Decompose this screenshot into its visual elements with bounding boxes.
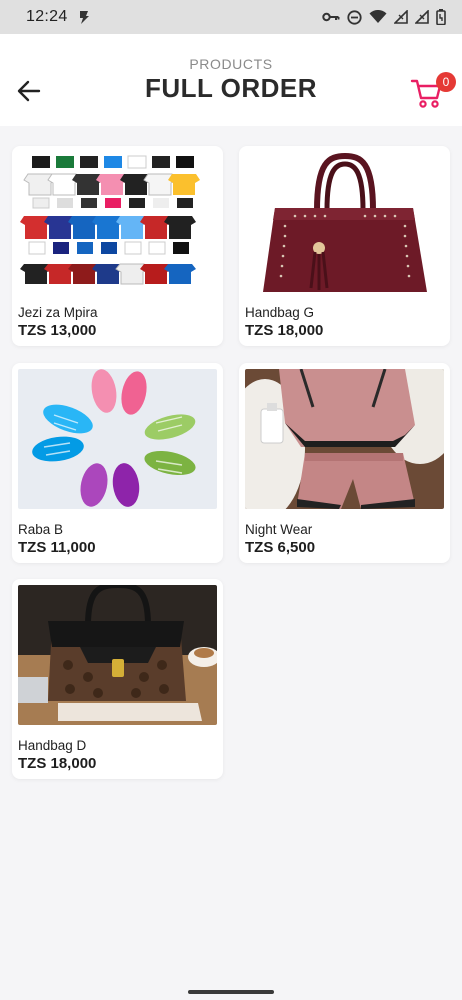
status-icons <box>322 9 446 25</box>
product-name: Raba B <box>18 522 64 537</box>
battery-icon <box>436 9 446 25</box>
product-name: Handbag D <box>18 738 87 753</box>
product-card[interactable]: Handbag D TZS 18,000 <box>12 579 223 779</box>
product-name: Handbag G <box>245 305 315 320</box>
product-price: TZS 18,000 <box>18 755 97 772</box>
product-image-maroon-handbag <box>245 152 444 292</box>
home-indicator[interactable] <box>188 990 274 994</box>
product-name: Jezi za Mpira <box>18 305 98 320</box>
app-header: PRODUCTS FULL ORDER 0 <box>0 34 462 126</box>
signal-icon <box>415 10 429 24</box>
key-icon <box>322 12 340 22</box>
status-bar: 12:24 <box>0 0 462 34</box>
status-time: 12:24 <box>26 8 68 25</box>
product-price: TZS 6,500 <box>245 539 316 556</box>
product-image-satin-nightwear <box>245 369 444 509</box>
product-price: TZS 11,000 <box>18 539 96 556</box>
cart-button[interactable]: 0 <box>410 72 456 108</box>
product-image-kids-sandals <box>18 369 217 509</box>
product-card[interactable]: Night Wear TZS 6,500 <box>239 363 450 563</box>
cart-count-badge: 0 <box>436 72 456 92</box>
page-title: FULL ORDER <box>144 73 318 103</box>
product-image-jerseys <box>18 152 217 292</box>
signal-icon <box>394 10 408 24</box>
product-price: TZS 13,000 <box>18 322 97 339</box>
product-card[interactable]: Raba B TZS 11,000 <box>12 363 223 563</box>
do-not-disturb-icon <box>347 9 362 25</box>
product-card[interactable]: Jezi za Mpira TZS 13,000 <box>12 146 223 346</box>
product-price: TZS 18,000 <box>245 322 324 339</box>
product-name: Night Wear <box>245 522 313 537</box>
wifi-icon <box>369 10 387 23</box>
product-card[interactable]: Handbag G TZS 18,000 <box>239 146 450 346</box>
s-app-icon <box>79 11 89 24</box>
page-subtitle: PRODUCTS <box>189 56 273 72</box>
product-image-brown-black-handbag <box>18 585 217 725</box>
